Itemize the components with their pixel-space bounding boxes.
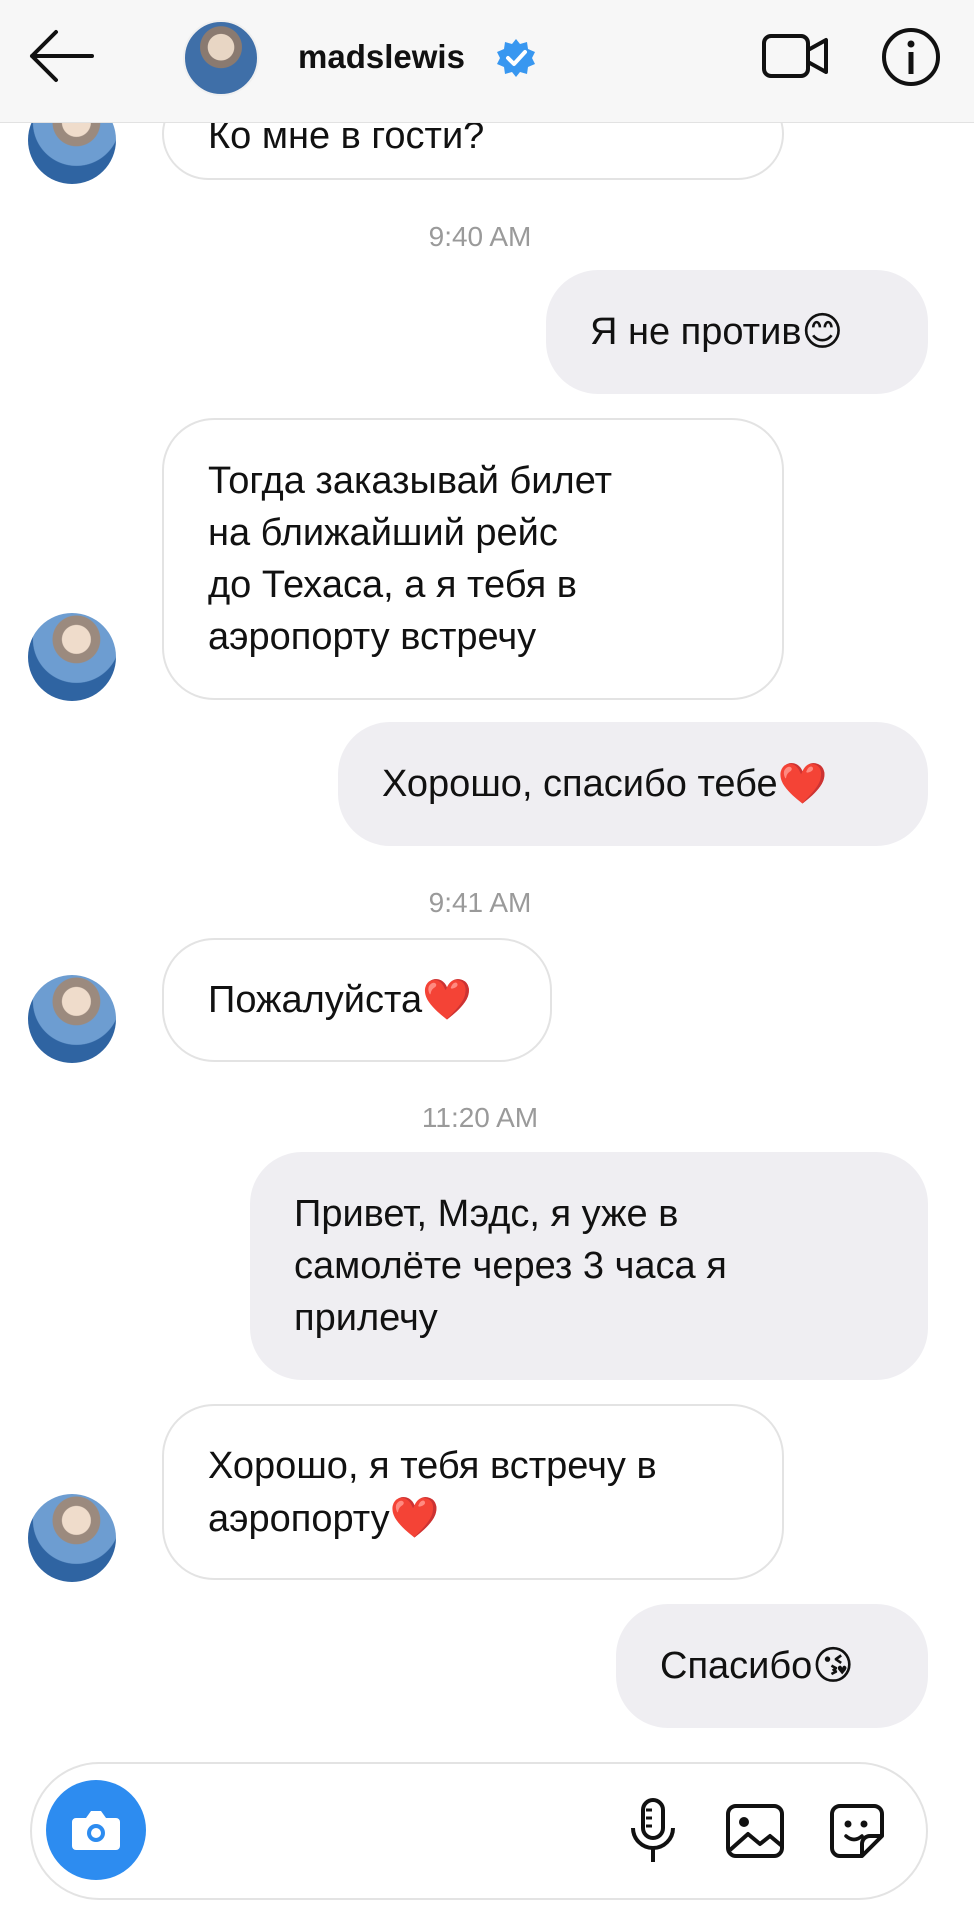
verified-badge-icon xyxy=(497,39,535,77)
received-message[interactable]: Тогда заказывай билет на ближайший рейс … xyxy=(162,418,784,700)
message-line: до Техаса, а я тебя в xyxy=(208,564,577,606)
microphone-icon[interactable] xyxy=(618,1796,688,1866)
timestamp: 9:40 AM xyxy=(428,221,532,252)
chat-header: madslewis xyxy=(0,0,974,123)
chat-username[interactable]: madslewis xyxy=(298,38,465,76)
sender-avatar[interactable] xyxy=(28,1494,116,1582)
sticker-icon[interactable] xyxy=(822,1796,892,1866)
message-line: Хорошо, я тебя встречу в xyxy=(208,1444,657,1487)
sent-message[interactable]: Хорошо, спасибо тебе ❤️ xyxy=(338,722,928,846)
message-text: Я не против xyxy=(590,311,802,353)
message-line: аэропорту встречу xyxy=(208,616,537,658)
received-message[interactable]: Пожалуйста ❤️ xyxy=(162,938,552,1062)
sent-message[interactable]: Я не против 😊 xyxy=(546,270,928,394)
sender-avatar[interactable] xyxy=(28,975,116,1063)
heart-emoji: ❤️ xyxy=(389,1494,440,1541)
info-icon[interactable] xyxy=(880,26,942,88)
message-line: Привет, Мэдс, я уже в xyxy=(294,1193,679,1235)
heart-emoji: ❤️ xyxy=(422,977,472,1023)
camera-button[interactable] xyxy=(46,1780,146,1880)
message-line-with-emoji: аэропорту❤️ xyxy=(208,1492,439,1545)
video-call-icon[interactable] xyxy=(760,30,830,82)
kiss-emoji: 😘 xyxy=(812,1643,854,1689)
timestamp: 11:20 AM xyxy=(421,1102,539,1133)
heart-emoji: ❤️ xyxy=(777,761,828,807)
timestamp: 9:41 AM xyxy=(428,887,532,918)
message-line: аэропорту xyxy=(208,1497,390,1540)
message-text: Спасибо xyxy=(660,1645,813,1687)
sent-message[interactable]: Спасибо 😘 xyxy=(616,1604,928,1728)
message-line: прилечу xyxy=(294,1297,438,1339)
received-message[interactable]: Хорошо, я тебя встречу в аэропорту❤️ xyxy=(162,1404,784,1580)
sender-avatar[interactable] xyxy=(28,613,116,701)
back-arrow-icon[interactable] xyxy=(28,26,98,86)
message-text: Хорошо, спасибо тебе xyxy=(382,763,778,805)
message-line: Тогда заказывай билет xyxy=(208,460,612,502)
gallery-icon[interactable] xyxy=(720,1796,790,1866)
smile-emoji: 😊 xyxy=(801,309,844,355)
message-line: самолёте через 3 часа я xyxy=(294,1245,727,1287)
message-line: на ближайший рейс xyxy=(208,512,558,554)
message-composer xyxy=(30,1762,928,1900)
header-avatar[interactable] xyxy=(183,20,259,96)
camera-icon xyxy=(72,1811,120,1850)
message-text: Пожалуйста xyxy=(208,979,423,1021)
message-input[interactable] xyxy=(162,1794,606,1870)
sent-message[interactable]: Привет, Мэдс, я уже в самолёте через 3 ч… xyxy=(250,1152,928,1380)
